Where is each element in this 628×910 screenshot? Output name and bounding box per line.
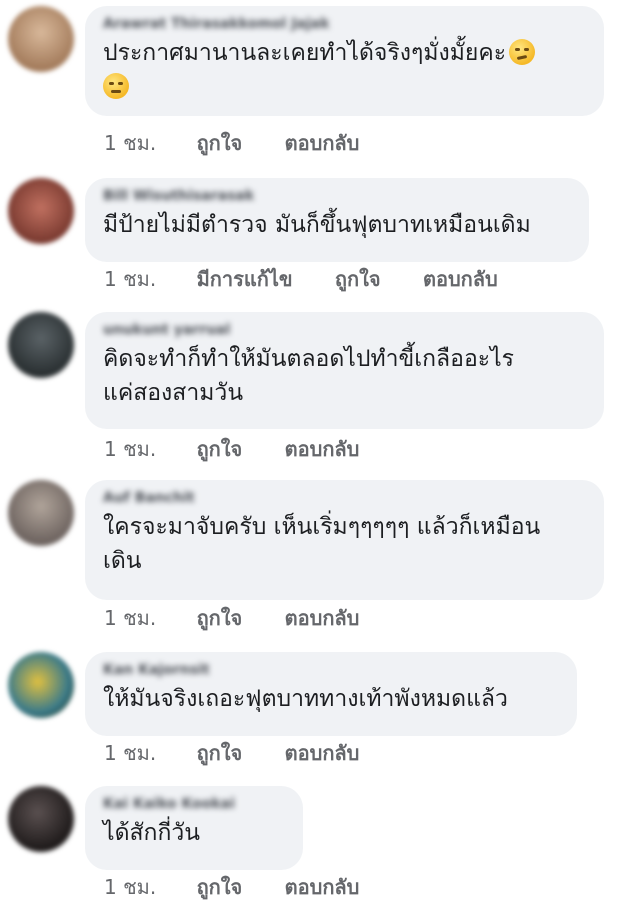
comment-actions: 1 ชม. มีการแก้ไข ถูกใจ ตอบกลับ <box>104 264 498 294</box>
avatar[interactable] <box>8 652 74 718</box>
comment-text-line: ใครจะมาจับครับ เห็นเริ่มๆๆๆๆๆ แล้วก็เหมื… <box>103 514 541 540</box>
comment-author[interactable]: Kan Kajornsit <box>103 660 561 680</box>
like-button[interactable]: ถูกใจ <box>335 264 381 294</box>
reply-button[interactable]: ตอบกลับ <box>285 434 360 464</box>
like-button[interactable]: ถูกใจ <box>197 434 243 464</box>
comment-bubble: Kai Kaiko Kookai ได้สักกี่วัน <box>85 786 303 870</box>
smirk-emoji-icon <box>509 39 536 65</box>
comment-time[interactable]: 1 ชม. <box>104 872 156 902</box>
comment-author[interactable]: Auf Banchit <box>103 488 588 508</box>
avatar[interactable] <box>8 178 74 244</box>
comment-actions: 1 ชม. ถูกใจ ตอบกลับ <box>104 738 359 768</box>
like-button[interactable]: ถูกใจ <box>197 872 243 902</box>
reply-button[interactable]: ตอบกลับ <box>423 264 498 294</box>
comment-author[interactable]: Kai Kaiko Kookai <box>103 794 287 814</box>
comment-text: ประกาศมานานละเคยทำได้จริงๆมั่งมั้ยคะ <box>103 36 588 104</box>
avatar[interactable] <box>8 480 74 546</box>
rolling-eyes-emoji-icon <box>103 73 129 99</box>
reply-button[interactable]: ตอบกลับ <box>285 738 360 768</box>
comment-actions: 1 ชม. ถูกใจ ตอบกลับ <box>104 434 359 464</box>
comment-time[interactable]: 1 ชม. <box>104 434 156 464</box>
like-button[interactable]: ถูกใจ <box>197 603 243 633</box>
comment-text-line: แค่สองสามวัน <box>103 380 244 406</box>
comment-text-line: เดิน <box>103 548 142 574</box>
comment-actions: 1 ชม. ถูกใจ ตอบกลับ <box>104 872 359 902</box>
reply-button[interactable]: ตอบกลับ <box>285 872 360 902</box>
comment-text: คิดจะทำก็ทำให้มันตลอดไปทำขี้เกลืออะไร แค… <box>103 342 588 410</box>
comment-actions: 1 ชม. ถูกใจ ตอบกลับ <box>104 128 359 158</box>
comment-author[interactable]: unukunt yarrual <box>103 320 588 340</box>
reply-button[interactable]: ตอบกลับ <box>285 128 360 158</box>
comment-actions: 1 ชม. ถูกใจ ตอบกลับ <box>104 603 359 633</box>
comment-time[interactable]: 1 ชม. <box>104 264 156 294</box>
comment-text: ให้มันจริงเถอะฟุตบาททางเท้าพังหมดแล้ว <box>103 686 508 712</box>
comment-author[interactable]: Bill Wisuthisarasak <box>103 186 573 206</box>
comment-bubble: unukunt yarrual คิดจะทำก็ทำให้มันตลอดไปท… <box>85 312 604 429</box>
comment-bubble: Arawrat Thirasakkomol Jajak ประกาศมานานล… <box>85 6 604 116</box>
comment-time[interactable]: 1 ชม. <box>104 738 156 768</box>
avatar[interactable] <box>8 312 74 378</box>
like-button[interactable]: ถูกใจ <box>197 128 243 158</box>
comment-bubble: Bill Wisuthisarasak มีป้ายไม่มีตำรวจ มัน… <box>85 178 589 262</box>
comment-text: มีป้ายไม่มีตำรวจ มันก็ขึ้นฟุตบาทเหมือนเด… <box>103 212 531 238</box>
comment-text: ได้สักกี่วัน <box>103 820 201 846</box>
avatar[interactable] <box>8 6 74 72</box>
comment-bubble: Auf Banchit ใครจะมาจับครับ เห็นเริ่มๆๆๆๆ… <box>85 480 604 600</box>
like-button[interactable]: ถูกใจ <box>197 738 243 768</box>
avatar[interactable] <box>8 786 74 852</box>
edited-link[interactable]: มีการแก้ไข <box>197 264 293 294</box>
comment-time[interactable]: 1 ชม. <box>104 128 156 158</box>
reply-button[interactable]: ตอบกลับ <box>285 603 360 633</box>
comment-text-line: คิดจะทำก็ทำให้มันตลอดไปทำขี้เกลืออะไร <box>103 346 515 372</box>
comment-bubble: Kan Kajornsit ให้มันจริงเถอะฟุตบาททางเท้… <box>85 652 577 736</box>
comment-text: ใครจะมาจับครับ เห็นเริ่มๆๆๆๆๆ แล้วก็เหมื… <box>103 510 588 578</box>
comment-time[interactable]: 1 ชม. <box>104 603 156 633</box>
comment-author[interactable]: Arawrat Thirasakkomol Jajak <box>103 14 588 34</box>
comment-text-line: ประกาศมานานละเคยทำได้จริงๆมั่งมั้ยคะ <box>103 40 507 66</box>
